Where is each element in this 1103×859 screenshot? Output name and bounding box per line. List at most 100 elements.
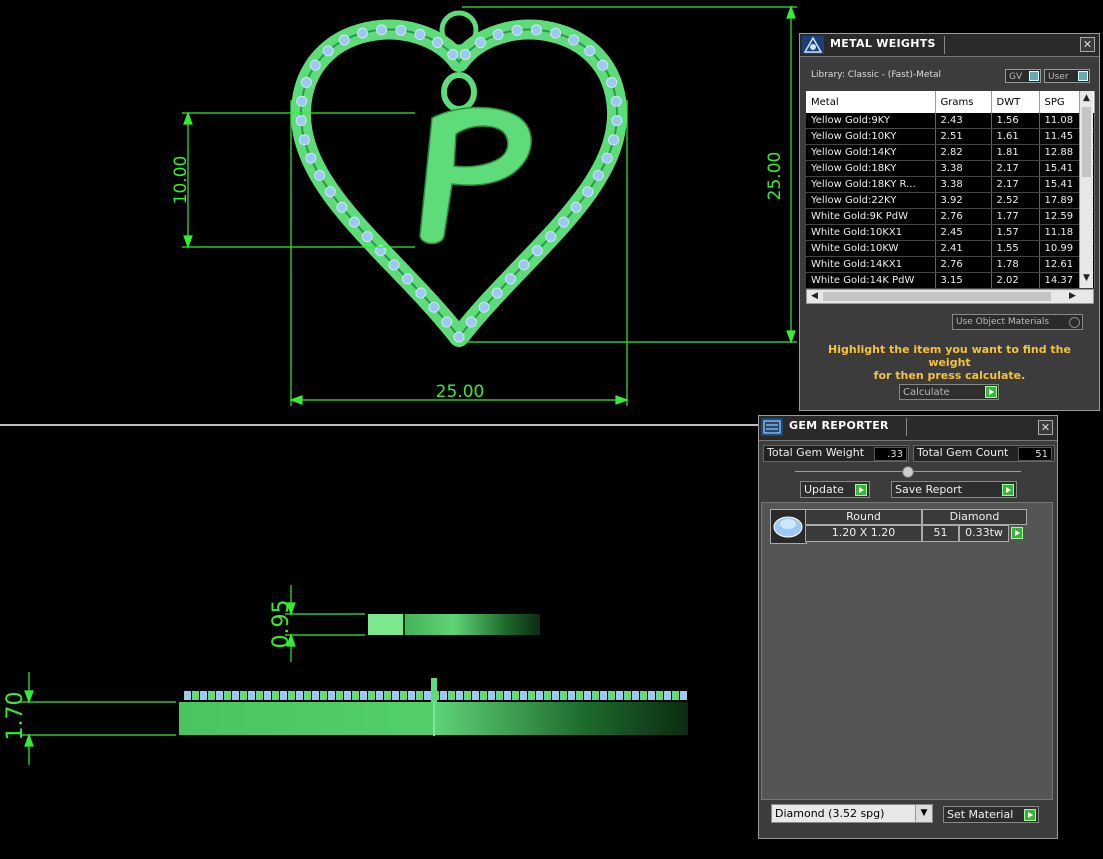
diamond-stone bbox=[415, 287, 427, 299]
table-row[interactable]: White Gold:10KX1 2.45 1.57 11.18 bbox=[806, 224, 1095, 241]
table-row[interactable]: Yellow Gold:14KY 2.82 1.81 12.88 bbox=[806, 144, 1095, 161]
dim-heart-height-label: 25.00 bbox=[765, 152, 785, 201]
table-row[interactable]: White Gold:14KX1 2.76 1.78 12.61 bbox=[806, 256, 1095, 273]
table-cell: 1.78 bbox=[991, 256, 1040, 273]
table-row[interactable]: White Gold:14K PdW 3.15 2.02 14.37 bbox=[806, 272, 1095, 289]
diamond-stone bbox=[491, 287, 503, 299]
diamond-stone bbox=[414, 29, 426, 41]
side-stone bbox=[560, 691, 567, 700]
table-cell: 3.38 bbox=[935, 176, 992, 193]
metal-weights-horizontal-scrollbar[interactable]: ◀ ▶ bbox=[806, 289, 1094, 304]
diamond-stone bbox=[568, 34, 580, 46]
side-stone bbox=[432, 691, 439, 700]
diamond-stone bbox=[356, 27, 368, 39]
diamond-stone bbox=[545, 231, 557, 243]
side-stone bbox=[424, 691, 431, 700]
use-object-materials-checkbox[interactable]: Use Object Materials bbox=[952, 314, 1083, 330]
table-row[interactable]: Yellow Gold:9KY 2.43 1.56 11.08 bbox=[806, 113, 1095, 129]
column-header-metal[interactable]: Metal bbox=[806, 91, 936, 113]
gem-reporter-titlebar[interactable]: GEM REPORTER ✕ bbox=[759, 416, 1057, 441]
table-row[interactable]: Yellow Gold:18KY 3.38 2.17 15.41 bbox=[806, 160, 1095, 177]
letter-side-view bbox=[368, 614, 540, 635]
side-stone bbox=[264, 691, 271, 700]
metal-weights-table[interactable]: Metal Grams DWT SPG Yellow Gold:9KY 2.43 1.56… bbox=[806, 91, 1095, 289]
metal-weights-close-button[interactable]: ✕ bbox=[1080, 37, 1095, 52]
diamond-stone bbox=[478, 301, 490, 313]
side-stone bbox=[296, 691, 303, 700]
diamond-stone bbox=[348, 216, 360, 228]
total-gem-count-value: 51 bbox=[1018, 447, 1052, 461]
diamond-stone bbox=[322, 45, 334, 57]
diamond-stone bbox=[492, 29, 504, 41]
side-stone bbox=[456, 691, 463, 700]
gv-toggle[interactable]: GV bbox=[1005, 69, 1041, 83]
gem-reporter-close-button[interactable]: ✕ bbox=[1038, 420, 1053, 435]
table-cell: 2.52 bbox=[991, 192, 1040, 209]
table-cell: 2.76 bbox=[935, 208, 992, 225]
jump-ring bbox=[441, 72, 477, 112]
side-stone bbox=[224, 691, 231, 700]
diamond-stone bbox=[584, 45, 596, 57]
diamond-stone bbox=[305, 152, 317, 164]
side-stone bbox=[288, 691, 295, 700]
dim-letter-height-label: 10.00 bbox=[171, 156, 191, 205]
table-cell: Yellow Gold:18KY R... bbox=[806, 176, 936, 193]
table-cell: 1.56 bbox=[991, 113, 1040, 129]
diamond-stone bbox=[531, 245, 543, 257]
table-row[interactable]: Yellow Gold:18KY R... 3.38 2.17 15.41 bbox=[806, 176, 1095, 193]
column-header-dwt[interactable]: DWT bbox=[991, 91, 1040, 113]
material-select[interactable]: Diamond (3.52 spg) ▼ bbox=[771, 804, 933, 823]
side-stone bbox=[272, 691, 279, 700]
metal-weights-titlebar[interactable]: METAL WEIGHTS ✕ bbox=[800, 34, 1099, 57]
side-stone bbox=[480, 691, 487, 700]
side-stone bbox=[248, 691, 255, 700]
diamond-stone bbox=[582, 186, 594, 198]
side-stone bbox=[544, 691, 551, 700]
set-material-button[interactable]: Set Material bbox=[943, 806, 1039, 823]
side-stone bbox=[576, 691, 583, 700]
diamond-stone bbox=[441, 316, 453, 328]
table-cell: 2.82 bbox=[935, 144, 992, 161]
side-stone bbox=[568, 691, 575, 700]
user-toggle[interactable]: User bbox=[1044, 69, 1090, 83]
side-stone bbox=[208, 691, 215, 700]
side-stone bbox=[368, 691, 375, 700]
table-row[interactable]: Yellow Gold:22KY 3.92 2.52 17.89 bbox=[806, 192, 1095, 209]
side-stone bbox=[448, 691, 455, 700]
diamond-stone bbox=[558, 216, 570, 228]
diamond-stone bbox=[606, 76, 618, 88]
table-row[interactable]: Yellow Gold:10KY 2.51 1.61 11.45 bbox=[806, 128, 1095, 145]
table-cell: 2.02 bbox=[991, 272, 1040, 289]
side-stone bbox=[488, 691, 495, 700]
table-cell: White Gold:14K PdW bbox=[806, 272, 936, 289]
table-row[interactable]: White Gold:9K PdW 2.76 1.77 12.59 bbox=[806, 208, 1095, 225]
diamond-stone bbox=[432, 37, 444, 49]
side-stone bbox=[592, 691, 599, 700]
side-stone bbox=[192, 691, 199, 700]
gem-thumbnail[interactable] bbox=[770, 509, 807, 544]
side-stone bbox=[600, 691, 607, 700]
diamond-stone bbox=[314, 169, 326, 181]
side-stone bbox=[184, 691, 191, 700]
diamond-stone bbox=[361, 231, 373, 243]
gem-reporter-panel: GEM REPORTER ✕ Total Gem Weight .33 Tota… bbox=[758, 415, 1058, 839]
side-stone bbox=[392, 691, 399, 700]
pendant-side-view bbox=[179, 678, 688, 736]
save-report-button[interactable]: Save Report bbox=[891, 481, 1017, 498]
calculate-button[interactable]: Calculate bbox=[899, 384, 999, 400]
table-row[interactable]: White Gold:10KW 2.41 1.55 10.99 bbox=[806, 240, 1095, 257]
table-cell: 2.41 bbox=[935, 240, 992, 257]
update-button[interactable]: Update bbox=[800, 481, 870, 498]
gem-row-action-button[interactable] bbox=[1011, 527, 1023, 539]
diamond-stone bbox=[511, 24, 523, 36]
column-header-grams[interactable]: Grams bbox=[935, 91, 992, 113]
metal-weights-vertical-scrollbar[interactable]: ▲ ▼ bbox=[1079, 91, 1093, 288]
side-stone bbox=[640, 691, 647, 700]
gem-list-area[interactable]: Round Diamond 1.20 X 1.20 51 0.33tw bbox=[761, 502, 1053, 800]
dimension-heart-width bbox=[289, 100, 629, 406]
diamond-stone bbox=[296, 95, 308, 107]
panel-splitter-handle[interactable] bbox=[902, 466, 914, 478]
diamond-stone bbox=[402, 273, 414, 285]
diamond-stone bbox=[428, 301, 440, 313]
side-stone bbox=[528, 691, 535, 700]
